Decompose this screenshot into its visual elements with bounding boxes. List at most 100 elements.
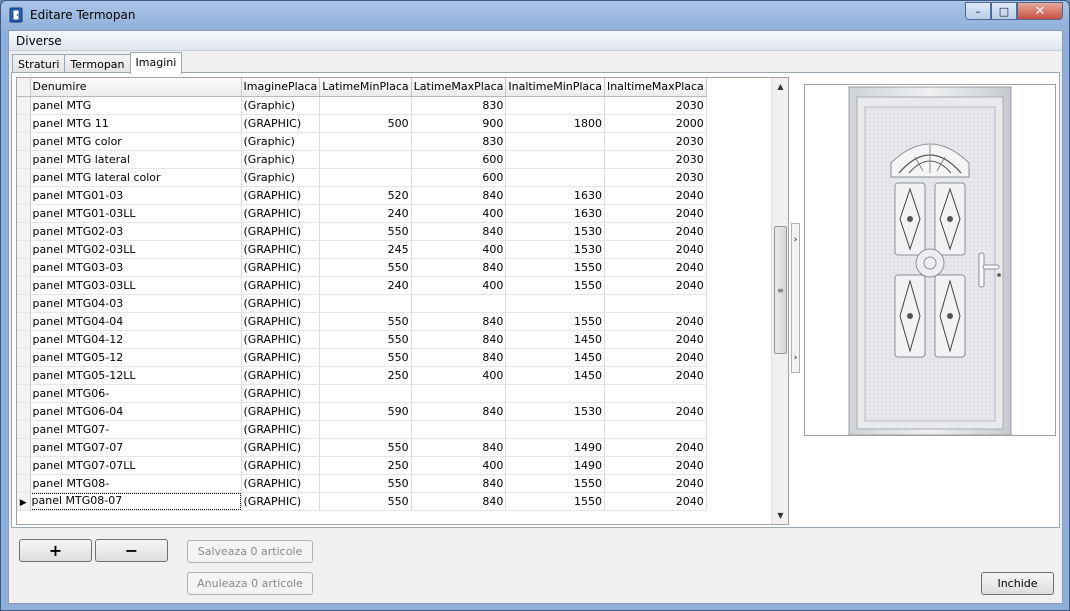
grid-cell[interactable] — [505, 150, 605, 169]
row-indicator[interactable] — [17, 150, 31, 169]
grid-cell[interactable]: (GRAPHIC) — [241, 330, 321, 349]
grid-cell[interactable]: 2040 — [604, 456, 707, 475]
grid-cell[interactable]: 550 — [319, 330, 412, 349]
grid-cell[interactable]: 840 — [411, 474, 507, 493]
grid-cell[interactable]: panel MTG05-12 — [30, 348, 242, 367]
grid-cell[interactable]: panel MTG08- — [30, 474, 242, 493]
grid-cell[interactable]: (GRAPHIC) — [241, 402, 321, 421]
grid-cell[interactable]: panel MTG — [30, 96, 242, 115]
grid-cell[interactable]: 1550 — [505, 276, 605, 295]
grid-cell[interactable]: 400 — [411, 456, 507, 475]
grid-cell[interactable]: 2030 — [604, 150, 707, 169]
grid-cell[interactable]: (GRAPHIC) — [241, 276, 321, 295]
grid-cell[interactable]: 830 — [411, 96, 507, 115]
grid-cell[interactable]: 1630 — [505, 204, 605, 223]
table-row[interactable]: panel MTG05-12 (GRAPHIC) 550 840 1450 2040 — [17, 348, 711, 367]
grid-cell[interactable]: 1450 — [505, 330, 605, 349]
grid-cell[interactable] — [505, 168, 605, 187]
scroll-thumb[interactable]: ≡ — [774, 226, 787, 354]
column-header[interactable]: InaltimeMaxPlaca — [604, 78, 707, 97]
grid-cell[interactable]: 250 — [319, 456, 412, 475]
grid-cell[interactable]: panel MTG07- — [30, 420, 242, 439]
grid-cell[interactable]: 2040 — [604, 492, 707, 511]
grid-cell[interactable] — [319, 150, 412, 169]
grid-cell[interactable] — [604, 294, 707, 313]
grid-cell[interactable]: panel MTG07-07 — [30, 438, 242, 457]
table-row[interactable]: panel MTG08- (GRAPHIC) 550 840 1550 2040 — [17, 474, 711, 493]
chevron-right-icon[interactable]: › — [792, 354, 799, 363]
table-row[interactable]: panel MTG06-04 (GRAPHIC) 590 840 1530 2040 — [17, 402, 711, 421]
tab-imagini[interactable]: Imagini — [129, 52, 183, 74]
table-row[interactable]: panel MTG01-03LL (GRAPHIC) 240 400 1630 2040 — [17, 204, 711, 223]
grid-cell[interactable]: (GRAPHIC) — [241, 294, 321, 313]
grid-cell[interactable]: 2040 — [604, 258, 707, 277]
row-indicator[interactable] — [17, 366, 31, 385]
grid-cell[interactable] — [604, 420, 707, 439]
row-indicator[interactable] — [17, 258, 31, 277]
grid-cell[interactable]: 520 — [319, 186, 412, 205]
grid-cell[interactable]: panel MTG05-12LL — [30, 366, 242, 385]
grid-cell[interactable] — [319, 294, 412, 313]
minimize-button[interactable]: – — [965, 2, 991, 20]
column-header[interactable]: InaltimeMinPlaca — [505, 78, 605, 97]
grid-cell[interactable]: (GRAPHIC) — [241, 312, 321, 331]
grid-cell[interactable] — [604, 384, 707, 403]
table-row[interactable]: panel MTG06- (GRAPHIC) — [17, 384, 711, 403]
grid-cell[interactable]: panel MTG06-04 — [30, 402, 242, 421]
grid-cell[interactable]: 1550 — [505, 474, 605, 493]
grid-cell[interactable]: 2040 — [604, 312, 707, 331]
grid-cell[interactable]: 2040 — [604, 204, 707, 223]
grid-cell[interactable]: 1530 — [505, 240, 605, 259]
row-indicator[interactable] — [17, 204, 31, 223]
menu-diverse[interactable]: Diverse — [16, 34, 62, 48]
vertical-scrollbar[interactable]: ▲ ≡ ▼ — [771, 78, 788, 524]
grid-cell[interactable] — [319, 168, 412, 187]
grid-cell[interactable] — [319, 96, 412, 115]
grid-cell[interactable]: 550 — [319, 222, 412, 241]
grid-cell[interactable]: (GRAPHIC) — [241, 420, 321, 439]
grid-cell[interactable]: 500 — [319, 114, 412, 133]
grid-cell[interactable]: 1630 — [505, 186, 605, 205]
grid-cell[interactable]: 550 — [319, 348, 412, 367]
grid-cell[interactable] — [319, 384, 412, 403]
grid-cell[interactable]: (GRAPHIC) — [241, 240, 321, 259]
maximize-button[interactable]: □ — [991, 2, 1017, 20]
row-indicator[interactable] — [17, 168, 31, 187]
table-row[interactable]: panel MTG01-03 (GRAPHIC) 520 840 1630 2040 — [17, 186, 711, 205]
row-indicator[interactable] — [17, 240, 31, 259]
grid-cell[interactable]: 400 — [411, 240, 507, 259]
column-header[interactable]: LatimeMinPlaca — [319, 78, 412, 97]
grid-cell[interactable]: (GRAPHIC) — [241, 186, 321, 205]
grid-cell[interactable]: 400 — [411, 276, 507, 295]
grid-cell[interactable]: 1530 — [505, 222, 605, 241]
grid-cell[interactable]: (GRAPHIC) — [241, 204, 321, 223]
column-header[interactable]: ImaginePlaca — [241, 78, 321, 97]
grid-cell[interactable]: 1550 — [505, 312, 605, 331]
grid-cell[interactable]: 2040 — [604, 366, 707, 385]
grid-cell[interactable]: 245 — [319, 240, 412, 259]
grid-cell[interactable]: 2030 — [604, 132, 707, 151]
grid-cell[interactable]: 830 — [411, 132, 507, 151]
grid-cell[interactable]: 250 — [319, 366, 412, 385]
column-header[interactable]: LatimeMaxPlaca — [411, 78, 507, 97]
grid-cell[interactable]: 1450 — [505, 348, 605, 367]
row-indicator[interactable] — [17, 474, 31, 493]
row-indicator[interactable] — [17, 222, 31, 241]
row-indicator[interactable] — [17, 96, 31, 115]
grid-cell[interactable]: (GRAPHIC) — [241, 258, 321, 277]
grid-cell[interactable]: 600 — [411, 150, 507, 169]
row-indicator[interactable] — [17, 456, 31, 475]
grid-cell[interactable]: panel MTG08-07 — [30, 492, 242, 511]
grid-cell[interactable]: (Graphic) — [241, 96, 321, 115]
tab-termopan[interactable]: Termopan — [64, 54, 131, 73]
row-indicator[interactable] — [17, 114, 31, 133]
table-row[interactable]: panel MTG02-03LL (GRAPHIC) 245 400 1530 2040 — [17, 240, 711, 259]
row-indicator[interactable] — [17, 384, 31, 403]
grid-cell[interactable]: 840 — [411, 258, 507, 277]
grid-cell[interactable]: 2040 — [604, 402, 707, 421]
grid-cell[interactable]: 600 — [411, 168, 507, 187]
grid-cell[interactable]: (GRAPHIC) — [241, 114, 321, 133]
table-row[interactable]: panel MTG03-03 (GRAPHIC) 550 840 1550 2040 — [17, 258, 711, 277]
add-row-button[interactable]: + — [19, 539, 92, 562]
remove-row-button[interactable]: − — [95, 539, 168, 562]
